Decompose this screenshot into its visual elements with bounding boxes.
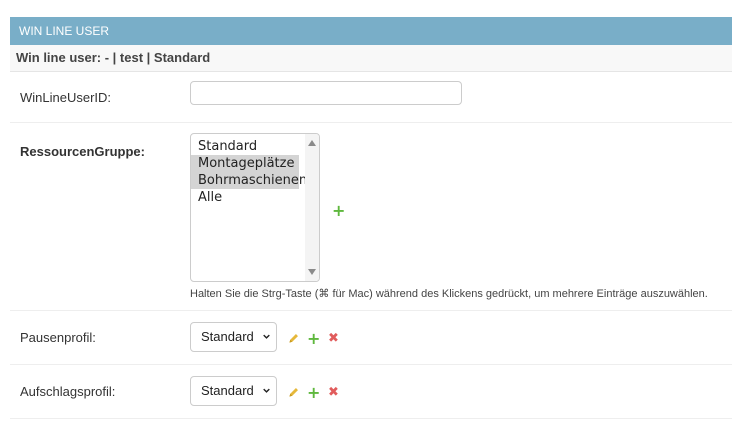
add-ressourcengruppe-plus-icon[interactable]: + — [332, 203, 345, 219]
delete-pausenprofil-x-icon[interactable]: ✖ — [328, 332, 341, 345]
ressourcengruppe-label: RessourcenGruppe: — [20, 144, 145, 159]
change-aufschlagsprofil-pencil-icon[interactable] — [287, 386, 300, 399]
option-montageplaetze[interactable]: Montageplätze — [191, 155, 299, 172]
row-pausenprofil: Pausenprofil: Standard + ✖ — [10, 311, 732, 365]
multiselect-scrollbar[interactable] — [305, 134, 319, 281]
pausenprofil-label: Pausenprofil: — [20, 330, 96, 345]
pausenprofil-selected-value: Standard — [201, 329, 254, 344]
aufschlagsprofil-select[interactable]: Standard — [190, 376, 277, 406]
row-ressourcengruppe: RessourcenGruppe: Standard Montageplätze… — [10, 123, 732, 311]
aufschlagsprofil-label: Aufschlagsprofil: — [20, 384, 116, 399]
scroll-up-arrow-icon[interactable] — [308, 140, 316, 146]
add-pausenprofil-plus-icon[interactable]: + — [307, 331, 320, 347]
row-winlineuserid: WinLineUserID: — [10, 72, 732, 123]
winlineuserid-label: WinLineUserID: — [20, 90, 112, 105]
aufschlagsprofil-selected-value: Standard — [201, 383, 254, 398]
ressourcengruppe-multiselect[interactable]: Standard Montageplätze Bohrmaschienen Al… — [190, 133, 320, 282]
change-pausenprofil-pencil-icon[interactable] — [287, 332, 300, 345]
row-aufschlagsprofil: Aufschlagsprofil: Standard + ✖ — [10, 365, 732, 419]
winlineuserid-input[interactable] — [190, 81, 462, 105]
pausenprofil-select[interactable]: Standard — [190, 322, 277, 352]
option-standard[interactable]: Standard — [191, 138, 299, 155]
ressourcengruppe-help-text: Halten Sie die Strg-Taste (⌘ für Mac) wä… — [190, 288, 708, 300]
module-header: WIN LINE USER — [10, 17, 732, 45]
option-bohrmaschienen[interactable]: Bohrmaschienen — [191, 172, 307, 189]
chevron-down-icon — [263, 334, 270, 339]
chevron-down-icon — [263, 388, 270, 393]
inline-object-label: Win line user: - | test | Standard — [10, 45, 732, 72]
option-alle[interactable]: Alle — [191, 189, 299, 206]
add-aufschlagsprofil-plus-icon[interactable]: + — [307, 385, 320, 401]
delete-aufschlagsprofil-x-icon[interactable]: ✖ — [328, 386, 341, 399]
win-line-user-module: WIN LINE USER Win line user: - | test | … — [10, 17, 732, 419]
scroll-down-arrow-icon[interactable] — [308, 269, 316, 275]
